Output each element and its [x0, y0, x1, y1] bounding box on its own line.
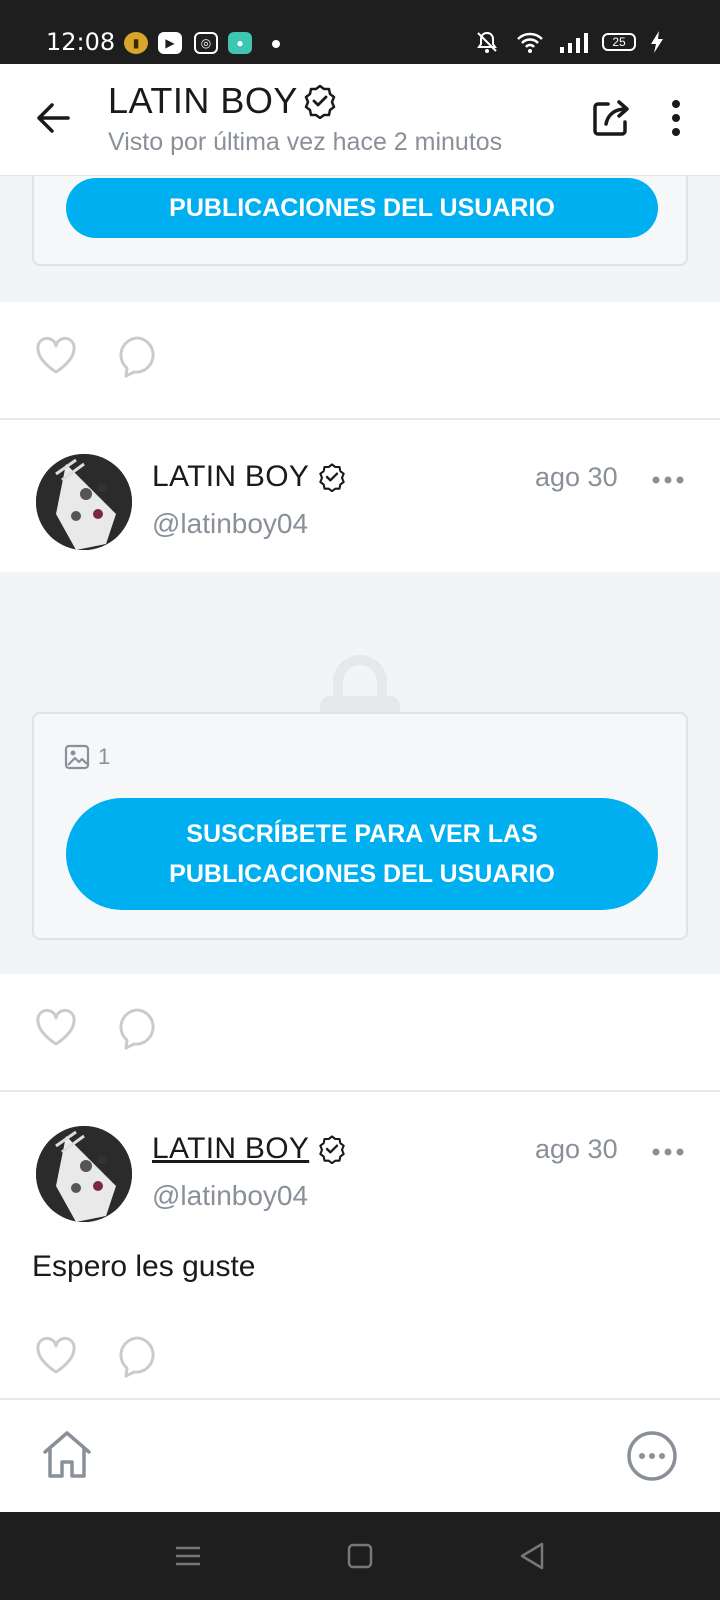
post-author[interactable]: LATIN BOY — [152, 460, 347, 494]
home-icon[interactable] — [38, 1426, 96, 1484]
more-notifications-icon — [272, 40, 280, 48]
comment-icon[interactable] — [114, 332, 162, 380]
post-author-name: LATIN BOY — [152, 1132, 310, 1165]
page-title-text: LATIN BOY — [108, 80, 298, 121]
more-options-icon[interactable] — [650, 1134, 686, 1170]
media-count-value: 1 — [98, 744, 111, 769]
back-nav-icon[interactable] — [516, 1540, 548, 1572]
notification-badge-icon: ▮ — [124, 32, 148, 54]
bottom-nav — [0, 1398, 720, 1512]
post-divider — [0, 418, 720, 420]
system-nav-bar — [0, 1512, 720, 1600]
post-actions — [32, 1004, 162, 1052]
post-actions — [32, 332, 162, 380]
locked-media-box: PUBLICACIONES DEL USUARIO — [32, 176, 688, 266]
youtube-icon: ▶ — [158, 32, 182, 54]
last-seen-status: Visto por última vez hace 2 minutos — [108, 128, 503, 156]
post-author[interactable]: LATIN BOY — [152, 1132, 347, 1166]
heart-icon[interactable] — [32, 332, 80, 380]
post-header: LATIN BOY @latinboy04 ago 30 — [0, 1126, 720, 1226]
more-options-icon[interactable] — [650, 462, 686, 498]
avatar[interactable] — [36, 454, 132, 550]
comment-icon[interactable] — [114, 1332, 162, 1380]
post-actions — [32, 1332, 162, 1380]
subscribe-button[interactable]: SUSCRÍBETE PARA VER LAS PUBLICACIONES DE… — [66, 798, 658, 910]
signal-icon — [560, 33, 588, 53]
more-chat-icon[interactable] — [626, 1430, 678, 1482]
post-text: Espero les guste — [32, 1250, 256, 1283]
media-count: 1 — [64, 744, 110, 770]
battery-icon: 25 — [602, 33, 636, 51]
verified-badge-icon — [319, 1135, 345, 1164]
status-right: 25 — [472, 30, 664, 54]
kebab-menu-icon[interactable] — [658, 94, 694, 142]
post-handle[interactable]: @latinboy04 — [152, 508, 308, 540]
post-date[interactable]: ago 30 — [535, 462, 618, 493]
avatar[interactable] — [36, 1126, 132, 1222]
wifi-icon — [517, 32, 543, 53]
back-arrow-icon[interactable] — [30, 94, 78, 142]
subscribe-button-line2: PUBLICACIONES DEL USUARIO — [169, 860, 555, 888]
locked-media: PUBLICACIONES DEL USUARIO — [0, 176, 720, 302]
verified-badge-icon — [304, 84, 336, 119]
home-nav-icon[interactable] — [344, 1540, 376, 1572]
page-title[interactable]: LATIN BOY — [108, 80, 338, 122]
locked-media: 1 SUSCRÍBETE PARA VER LAS PUBLICACIONES … — [0, 572, 720, 974]
battery-level: 25 — [612, 35, 626, 49]
status-time: 12:08 — [46, 28, 116, 56]
instagram-icon: ◎ — [194, 32, 218, 54]
post-author-name: LATIN BOY — [152, 460, 310, 493]
comment-icon[interactable] — [114, 1004, 162, 1052]
mute-icon — [477, 31, 497, 53]
app-icon: ● — [228, 32, 252, 54]
post-header: LATIN BOY @latinboy04 ago 30 — [0, 454, 720, 554]
heart-icon[interactable] — [32, 1332, 80, 1380]
post-divider — [0, 1090, 720, 1092]
subscribe-button[interactable]: PUBLICACIONES DEL USUARIO — [66, 178, 658, 238]
locked-media-box: 1 SUSCRÍBETE PARA VER LAS PUBLICACIONES … — [32, 712, 688, 940]
charging-icon — [651, 31, 663, 53]
status-bar: 12:08 ▮ ▶ ◎ ● 25 — [0, 0, 720, 64]
image-icon — [64, 744, 90, 770]
subscribe-button-line1: SUSCRÍBETE PARA VER LAS — [186, 820, 538, 848]
chat-header: LATIN BOY Visto por última vez hace 2 mi… — [0, 64, 720, 176]
subscribe-button-label: PUBLICACIONES DEL USUARIO — [169, 194, 555, 222]
post-date[interactable]: ago 30 — [535, 1134, 618, 1165]
recent-apps-icon[interactable] — [172, 1540, 204, 1572]
share-icon[interactable] — [588, 94, 636, 142]
post-handle[interactable]: @latinboy04 — [152, 1180, 308, 1212]
heart-icon[interactable] — [32, 1004, 80, 1052]
verified-badge-icon — [319, 463, 345, 492]
